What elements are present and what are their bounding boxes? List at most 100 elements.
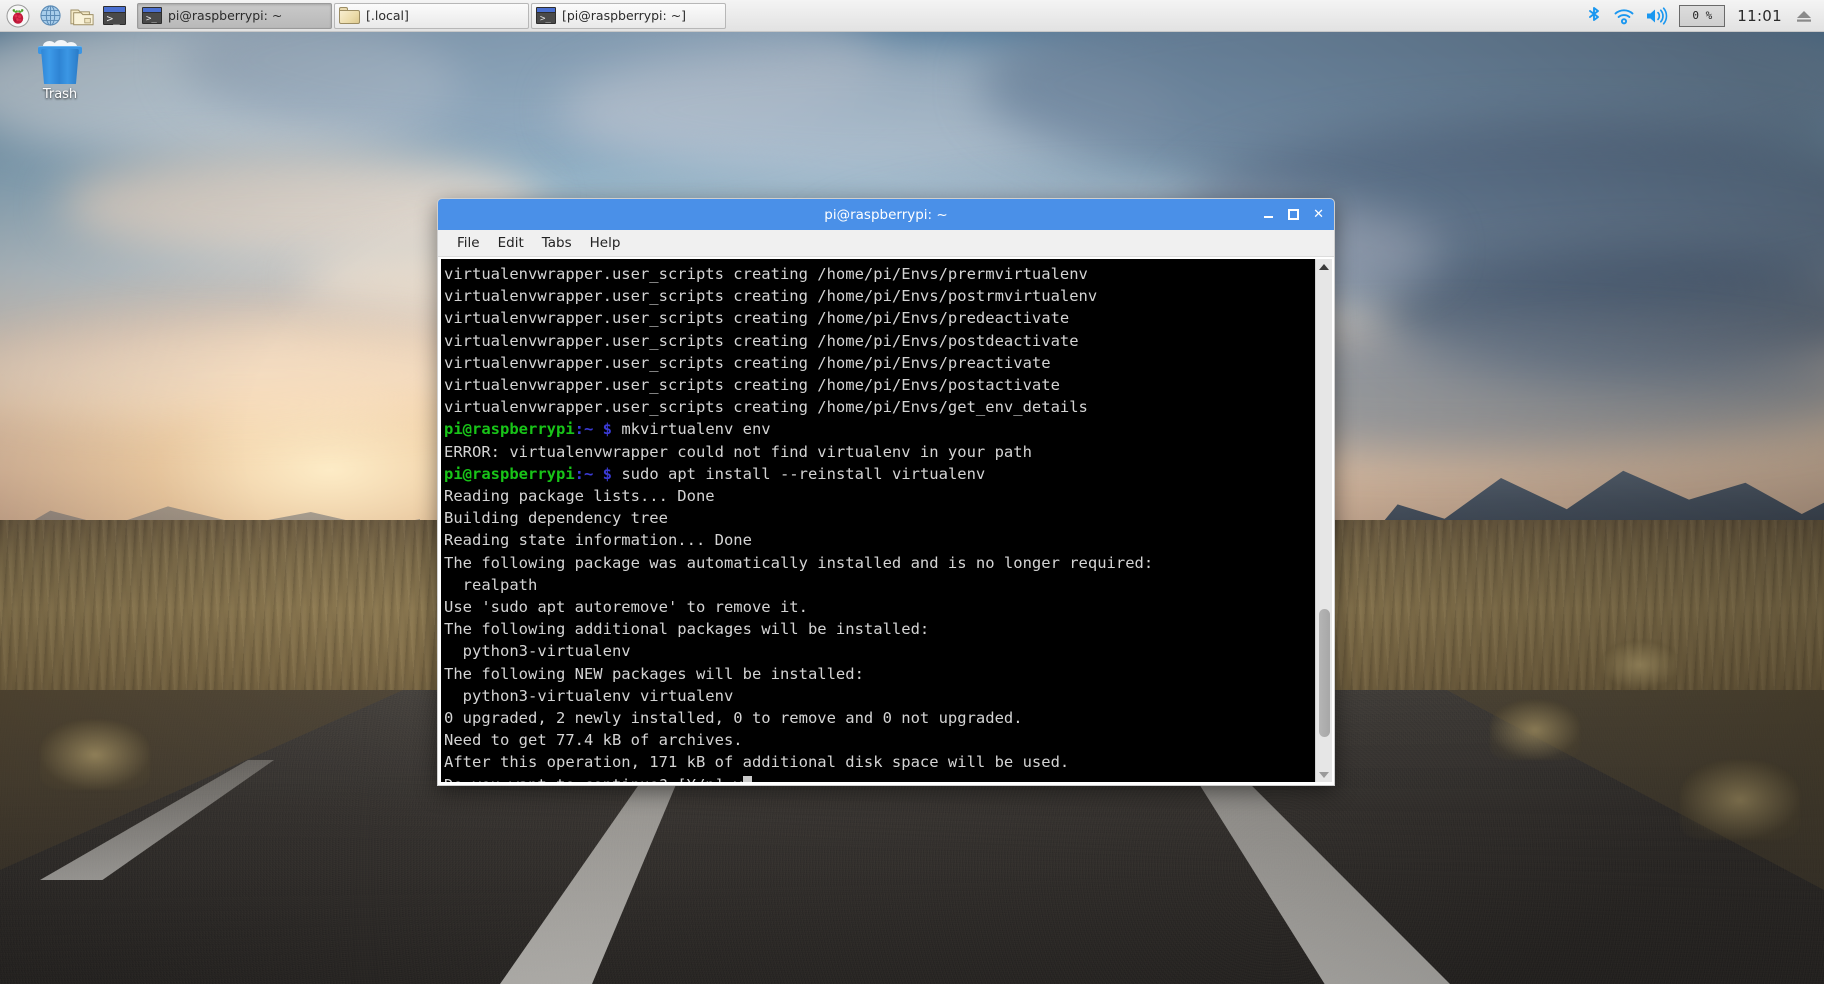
wifi-button[interactable] xyxy=(1613,6,1635,26)
terminal-command: sudo apt install --reinstall virtualenv xyxy=(621,464,986,483)
terminal-output-text: Reading state information... Done xyxy=(444,531,752,550)
terminal-output-text: Reading package lists... Done xyxy=(444,487,715,506)
terminal-output-text: The following package was automatically … xyxy=(444,553,1154,572)
eject-icon xyxy=(1797,10,1811,22)
terminal-input-text: Do you want to continue? [Y/n] y xyxy=(444,776,743,782)
terminal-output-text: The following additional packages will b… xyxy=(444,620,930,639)
desktop-icon-trash[interactable]: Trash xyxy=(22,40,98,102)
terminal-line: The following additional packages will b… xyxy=(444,618,1315,640)
terminal-icon: >_ xyxy=(102,6,126,25)
terminal-icon: >_ xyxy=(536,7,556,24)
maximize-button[interactable] xyxy=(1288,209,1300,220)
terminal-line: virtualenvwrapper.user_scripts creating … xyxy=(444,285,1315,307)
prompt-path: :~ xyxy=(574,420,594,439)
terminal-cursor xyxy=(742,775,752,782)
raspberry-menu-button[interactable] xyxy=(3,2,33,30)
terminal-title-bar[interactable]: pi@raspberrypi: ~ ✕ xyxy=(438,199,1334,230)
prompt-path: :~ xyxy=(574,464,594,483)
menu-edit[interactable]: Edit xyxy=(491,233,531,253)
terminal-output-text: virtualenvwrapper.user_scripts creating … xyxy=(444,353,1051,372)
terminal-line: 0 upgraded, 2 newly installed, 0 to remo… xyxy=(444,707,1315,729)
terminal-menu-bar[interactable]: File Edit Tabs Help xyxy=(438,230,1334,257)
scrollbar-track[interactable] xyxy=(1316,274,1333,767)
terminal-line: Use 'sudo apt autoremove' to remove it. xyxy=(444,596,1315,618)
roadside-brush xyxy=(1490,700,1580,760)
terminal-scrollbar[interactable] xyxy=(1315,259,1332,782)
terminal-line: virtualenvwrapper.user_scripts creating … xyxy=(444,330,1315,352)
web-browser-button[interactable] xyxy=(35,2,65,30)
terminal-line: virtualenvwrapper.user_scripts creating … xyxy=(444,352,1315,374)
volume-icon xyxy=(1647,6,1668,25)
terminal-launcher-button[interactable]: >_ xyxy=(99,2,129,30)
folders-icon xyxy=(70,9,94,25)
trash-icon xyxy=(36,40,84,84)
scroll-down-arrow[interactable] xyxy=(1316,767,1333,782)
terminal-output-text: Need to get 77.4 kB of archives. xyxy=(444,731,743,750)
file-manager-button[interactable] xyxy=(67,2,97,30)
task-button-terminal-1[interactable]: >_ pi@raspberrypi: ~ xyxy=(137,2,332,29)
bluetooth-icon xyxy=(1589,6,1600,21)
terminal-output-text: virtualenvwrapper.user_scripts creating … xyxy=(444,265,1088,283)
folder-icon xyxy=(339,7,360,24)
volume-button[interactable] xyxy=(1645,6,1669,26)
terminal-line: pi@raspberrypi:~ $ mkvirtualenv env xyxy=(444,418,1315,440)
terminal-line: The following NEW packages will be insta… xyxy=(444,663,1315,685)
terminal-line: pi@raspberrypi:~ $ sudo apt install --re… xyxy=(444,463,1315,485)
terminal-output-text: Use 'sudo apt autoremove' to remove it. xyxy=(444,598,808,617)
window-controls: ✕ xyxy=(1263,208,1324,221)
terminal-window[interactable]: pi@raspberrypi: ~ ✕ File Edit Tabs Help … xyxy=(437,198,1335,786)
task-button-terminal-2[interactable]: >_ [pi@raspberrypi: ~] xyxy=(531,2,726,29)
terminal-line: python3-virtualenv xyxy=(444,640,1315,662)
terminal-output-text: virtualenvwrapper.user_scripts creating … xyxy=(444,331,1079,350)
terminal-output-text: The following NEW packages will be insta… xyxy=(444,664,864,683)
menu-tabs[interactable]: Tabs xyxy=(535,233,579,253)
eject-button[interactable] xyxy=(1794,7,1814,25)
bluetooth-button[interactable] xyxy=(1585,5,1603,27)
cpu-monitor-label: 0 % xyxy=(1692,9,1713,22)
roadside-brush xyxy=(1680,760,1800,840)
taskbar[interactable]: >_ >_ pi@raspberrypi: ~ [.local] >_ [pi@… xyxy=(0,0,1824,32)
terminal-line: virtualenvwrapper.user_scripts creating … xyxy=(444,396,1315,418)
prompt-user: pi@raspberrypi xyxy=(444,420,575,439)
terminal-icon: >_ xyxy=(142,7,162,24)
taskbar-task-list: >_ pi@raspberrypi: ~ [.local] >_ [pi@ras… xyxy=(137,2,726,29)
terminal-output-text: After this operation, 171 kB of addition… xyxy=(444,753,1070,772)
terminal-body: virtualenvwrapper.user_scripts creating … xyxy=(438,257,1334,785)
terminal-output-text: python3-virtualenv virtualenv xyxy=(444,686,734,705)
wifi-icon xyxy=(1614,8,1634,24)
terminal-line: Building dependency tree xyxy=(444,507,1315,529)
terminal-output-text: virtualenvwrapper.user_scripts creating … xyxy=(444,398,1088,417)
task-button-label: [.local] xyxy=(366,8,409,23)
terminal-output-text: python3-virtualenv xyxy=(444,642,631,661)
terminal-output-text: virtualenvwrapper.user_scripts creating … xyxy=(444,309,1070,328)
task-button-file-manager[interactable]: [.local] xyxy=(334,2,529,29)
scrollbar-thumb[interactable] xyxy=(1318,609,1330,738)
prompt-user: pi@raspberrypi xyxy=(444,464,575,483)
close-button[interactable]: ✕ xyxy=(1313,208,1324,221)
clock[interactable]: 11:01 xyxy=(1735,7,1784,25)
terminal-line: Need to get 77.4 kB of archives. xyxy=(444,729,1315,751)
terminal-line: Reading state information... Done xyxy=(444,529,1315,551)
cpu-monitor[interactable]: 0 % xyxy=(1679,4,1726,27)
terminal-output-text: realpath xyxy=(444,575,538,594)
terminal-line: realpath xyxy=(444,574,1315,596)
task-button-label: [pi@raspberrypi: ~] xyxy=(562,8,687,23)
prompt-sigil: $ xyxy=(593,464,622,483)
task-button-label: pi@raspberrypi: ~ xyxy=(168,8,283,23)
menu-file[interactable]: File xyxy=(450,233,487,253)
taskbar-launchers: >_ xyxy=(0,2,129,30)
roadside-brush xyxy=(1600,640,1680,690)
minimize-button[interactable] xyxy=(1263,209,1274,220)
terminal-line: python3-virtualenv virtualenv xyxy=(444,685,1315,707)
terminal-line: ERROR: virtualenvwrapper could not find … xyxy=(444,441,1315,463)
terminal-line: virtualenvwrapper.user_scripts creating … xyxy=(444,374,1315,396)
scroll-up-arrow[interactable] xyxy=(1316,259,1333,274)
globe-icon xyxy=(39,5,61,26)
prompt-sigil: $ xyxy=(593,420,622,439)
terminal-output-text: 0 upgraded, 2 newly installed, 0 to remo… xyxy=(444,709,1023,728)
menu-help[interactable]: Help xyxy=(583,233,628,253)
terminal-output-text: Building dependency tree xyxy=(444,509,668,528)
roadside-brush xyxy=(40,720,150,790)
system-tray: 0 % 11:01 xyxy=(1585,4,1824,27)
terminal-screen[interactable]: virtualenvwrapper.user_scripts creating … xyxy=(441,259,1315,782)
